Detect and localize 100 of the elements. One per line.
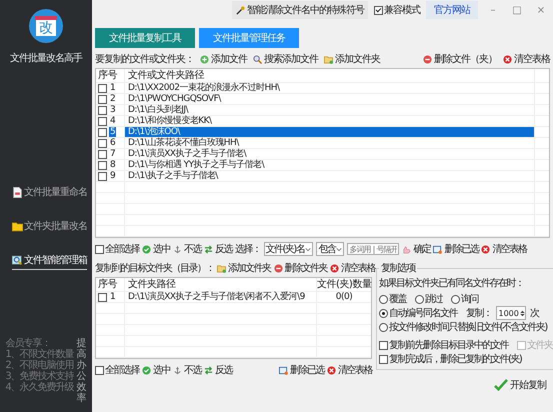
row-checkbox[interactable] xyxy=(98,172,107,180)
radio-option[interactable]: 询问 xyxy=(451,292,478,306)
group-title: 复制选项 xyxy=(380,262,416,275)
selection-button[interactable]: 清空表格 xyxy=(327,363,372,377)
toolbar-button[interactable]: 清空表格 xyxy=(330,261,375,275)
source-label: 要复制的文件或文件夹： xyxy=(95,52,194,66)
option-checkbox[interactable]: 复制前先删除目标目录中的文件 xyxy=(379,338,508,352)
toolbar-button[interactable]: 搜索添加文件 xyxy=(253,52,318,66)
promo-line: 1、不限文件数量 xyxy=(5,349,74,360)
file-path-cell[interactable]: D:\1\与你相遇 YY执子之手与子偕老\ xyxy=(125,160,534,170)
selection-button[interactable]: 不选 xyxy=(173,242,201,256)
search-icon xyxy=(253,54,262,64)
promo-line: 3、免费技术支持 xyxy=(5,371,74,382)
file-count-cell: 0(0) xyxy=(316,292,371,302)
toolbar-button[interactable]: 删除文件夹 xyxy=(274,261,327,275)
selection-button[interactable]: 不选 xyxy=(173,363,201,377)
caret-icon xyxy=(336,246,342,252)
minus-circle-icon xyxy=(423,54,432,64)
row-checkbox[interactable] xyxy=(98,138,107,148)
website-link[interactable]: 官方网站 xyxy=(426,1,478,19)
options-prompt: 如果目标文件夹已有同名文件存在时： xyxy=(379,276,524,290)
copies-spinner[interactable]: 1000 xyxy=(496,306,526,320)
app-logo: 改 xyxy=(29,9,63,43)
row-number: 3 xyxy=(109,105,116,115)
selection-button[interactable]: 删除已选 xyxy=(279,363,324,377)
file-path-cell[interactable]: D:\1\白头到老JJ\ xyxy=(125,105,534,115)
file-path-cell[interactable]: D:\1\PWOYCHGQSOVF\ xyxy=(125,94,534,104)
caret-icon xyxy=(305,246,312,252)
selection-button[interactable]: 反选 xyxy=(204,242,232,256)
search-icon xyxy=(12,254,23,266)
radio-option[interactable]: 按文件修改时间只替换旧文件(不含文件夹) xyxy=(379,320,547,334)
file-path-cell[interactable]: D:\1\泡沫OO\ xyxy=(125,127,534,137)
minus-circle-icon xyxy=(274,264,282,272)
plus-circle-icon xyxy=(200,54,209,64)
anchor-icon xyxy=(173,244,182,254)
row-checkbox[interactable] xyxy=(98,150,107,158)
x-circle-icon xyxy=(503,54,512,64)
keyword-field[interactable]: 多词用 | 号隔开 xyxy=(347,243,400,255)
column-header: 文件或文件夹路径 xyxy=(127,69,206,82)
x-circle-icon xyxy=(330,264,339,272)
selection-button[interactable]: 选中 xyxy=(142,242,170,256)
row-checkbox[interactable] xyxy=(98,106,107,114)
column-header: 序号 xyxy=(96,69,125,82)
toolbar-button[interactable]: 清空表格 xyxy=(503,52,550,66)
compat-mode-checkbox[interactable]: 兼容模式 xyxy=(374,3,420,17)
toolbar-button[interactable]: 添加文件 xyxy=(200,52,247,66)
copies-unit: 次 xyxy=(530,307,538,320)
radio-option[interactable]: 覆盖 xyxy=(379,292,406,306)
nav-item[interactable]: 文件夹批量改名 xyxy=(12,219,87,235)
selection-button[interactable]: 清空表格 xyxy=(481,242,526,256)
toolbar-button[interactable]: 删除文件（夹） xyxy=(423,52,497,66)
row-checkbox[interactable] xyxy=(98,84,107,92)
row-checkbox[interactable] xyxy=(98,116,107,126)
file-path-cell[interactable]: D:\1\演员XX执子之手与子偕老\ xyxy=(125,149,534,159)
confirm-button[interactable]: 确定 xyxy=(402,242,430,256)
file-path-cell[interactable]: D:\1\XX2002一束花的浪漫永不过时HH\ xyxy=(125,83,534,93)
row-number: 2 xyxy=(109,94,116,104)
filter-label: 选择： xyxy=(235,242,260,256)
clean-symbols-button[interactable]: 智能清除文件名中的特殊符号 xyxy=(232,1,368,19)
row-checkbox[interactable] xyxy=(98,128,107,136)
select-all-checkbox[interactable]: 全部选择 xyxy=(95,242,139,256)
row-checkbox[interactable] xyxy=(98,292,107,302)
folder-icon xyxy=(217,264,226,272)
window-icon xyxy=(279,366,288,374)
option-checkbox[interactable]: 复制完成后，删除已复制的文件(夹) xyxy=(379,352,522,366)
file-path-cell[interactable]: D:\1\山茶花读不懂白玫瑰HH\ xyxy=(125,138,534,148)
file-path-cell[interactable]: D:\1\执子之手与子偕老\ xyxy=(125,171,534,181)
toolbar-button[interactable]: 添加文件夹 xyxy=(217,261,270,275)
select-all-checkbox[interactable]: 全部选择 xyxy=(95,363,139,377)
row-checkbox[interactable] xyxy=(98,160,107,170)
row-number: 6 xyxy=(109,138,116,148)
file-path-cell[interactable]: D:\1\和你慢慢变老KK\ xyxy=(125,116,534,126)
mode-dropdown[interactable]: 包含 xyxy=(316,242,344,256)
field-dropdown[interactable]: 文件(夹)名 xyxy=(264,242,314,256)
promo-line: 4、永久免费升级 xyxy=(5,382,74,393)
start-copy-button[interactable]: 开始复制 xyxy=(490,376,550,394)
toolbar-button[interactable]: 添加文件夹 xyxy=(324,52,380,66)
radio-option[interactable]: 自动编号同名文件 xyxy=(379,306,457,320)
selection-button[interactable]: 删除已选 xyxy=(433,242,478,256)
tool-tab[interactable]: 文件批量复制工具 xyxy=(95,28,195,48)
document-icon xyxy=(12,186,23,198)
check-circle-icon xyxy=(142,244,151,254)
row-number: 7 xyxy=(109,149,116,159)
row-number: 8 xyxy=(109,160,116,170)
anchor-icon xyxy=(173,366,182,374)
selection-button[interactable]: 选中 xyxy=(142,363,170,377)
selection-button[interactable]: 反选 xyxy=(204,363,232,377)
key-icon xyxy=(236,6,245,14)
hand-icon xyxy=(402,244,412,254)
slogan: 提高办公效率 xyxy=(76,338,87,404)
app-title: 文件批量改名高手 xyxy=(10,52,82,65)
nav-item[interactable]: 文件批量重命名 xyxy=(12,185,87,201)
nav-item[interactable]: 文件智能管理箱 xyxy=(12,253,87,270)
up-arrow-icon xyxy=(520,310,525,312)
radio-option[interactable]: 跳过 xyxy=(415,292,442,306)
folder-path-cell-text: D:\1\演员XX执子之手与子偕老\闲者不入爱河\9 xyxy=(127,292,306,302)
row-checkbox[interactable] xyxy=(98,94,107,104)
swap-arrows-icon xyxy=(204,366,213,374)
copies-label: 复制： xyxy=(466,306,492,320)
promo-line: 2、不限电脑使用 xyxy=(5,360,74,371)
